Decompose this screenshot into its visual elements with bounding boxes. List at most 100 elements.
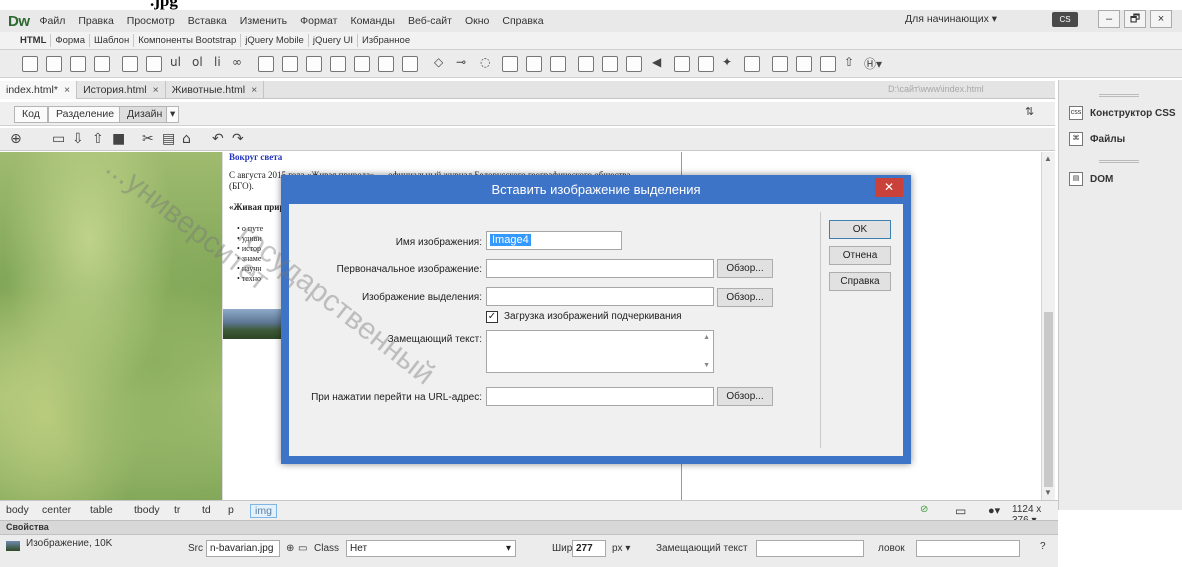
alt-text-textarea[interactable]: ▲ ▼ [486, 330, 714, 373]
scroll-up-icon[interactable]: ▲ [1044, 154, 1052, 163]
heading-link[interactable]: Вокруг света [229, 152, 282, 162]
class-select[interactable]: Нет ▾ [346, 540, 516, 557]
insert-tab-favorites[interactable]: Избранное [356, 34, 414, 47]
new-file-icon[interactable]: ⊕ [10, 131, 22, 147]
video-icon[interactable] [674, 56, 690, 72]
doc-tab-animals[interactable]: Животные.html × [166, 80, 265, 99]
get-icon[interactable]: ⇩ [72, 131, 84, 147]
panel-dom[interactable]: ▤ DOM [1069, 172, 1113, 186]
redo-icon[interactable]: ↷ [232, 131, 244, 147]
menu-modify[interactable]: Изменить [240, 15, 287, 27]
header-icon[interactable] [258, 56, 274, 72]
anchor-icon[interactable]: ∞ [232, 55, 242, 69]
hr-icon[interactable] [796, 56, 812, 72]
paste-icon[interactable]: ▤ [162, 131, 175, 147]
insert-tab-bootstrap[interactable]: Компоненты Bootstrap [133, 34, 240, 47]
audio-icon[interactable]: ◀ [652, 55, 661, 69]
cut-icon[interactable]: ✂ [142, 131, 154, 147]
tag-img[interactable]: img [250, 504, 277, 518]
heading-icon[interactable] [94, 56, 110, 72]
design-view-button[interactable]: Дизайн [119, 106, 171, 123]
insert-tab-form[interactable]: Форма [50, 34, 89, 47]
tag-td[interactable]: td [202, 504, 211, 516]
figure-icon[interactable] [146, 56, 162, 72]
panel-grip[interactable] [1099, 94, 1139, 97]
workspace-switcher[interactable]: Для начинающих ▾ [905, 13, 997, 25]
character-icon[interactable] [820, 56, 836, 72]
original-image-input[interactable] [486, 259, 714, 278]
menu-commands[interactable]: Команды [350, 15, 395, 27]
panel-files[interactable]: ⌘ Файлы [1069, 132, 1125, 146]
tag-center[interactable]: center [42, 504, 71, 516]
insert-tab-jquery-ui[interactable]: jQuery UI [307, 34, 357, 47]
close-window-button[interactable]: × [1150, 10, 1172, 28]
ul-icon[interactable]: ul [170, 55, 181, 69]
comment-icon[interactable]: ◌ [480, 55, 490, 69]
section-icon[interactable] [378, 56, 394, 72]
article-icon[interactable] [354, 56, 370, 72]
image-icon[interactable] [46, 56, 62, 72]
scroll-down-icon[interactable]: ▼ [1044, 488, 1052, 497]
view-dropdown-button[interactable]: ▾ [166, 106, 180, 123]
alt-text-input[interactable] [756, 540, 864, 557]
code-view-button[interactable]: Код [14, 106, 48, 123]
menu-edit[interactable]: Правка [78, 15, 113, 27]
cancel-button[interactable]: Отнена [829, 246, 891, 265]
close-tab-icon[interactable]: × [251, 84, 257, 96]
table-icon[interactable] [122, 56, 138, 72]
menu-window[interactable]: Окно [465, 15, 489, 27]
browse-url-button[interactable]: Обзор... [717, 387, 773, 406]
aside-icon[interactable] [330, 56, 346, 72]
vertical-scrollbar[interactable]: ▲ ▼ [1041, 152, 1055, 500]
browse-folder-icon[interactable]: ▭ [298, 543, 307, 554]
split-view-button[interactable]: Разделение [48, 106, 123, 123]
main-icon[interactable] [306, 56, 322, 72]
browse-original-button[interactable]: Обзор... [717, 259, 773, 278]
insert-tab-template[interactable]: Шаблон [89, 34, 133, 47]
url-input[interactable] [486, 387, 714, 406]
hyperlink-icon[interactable]: ⊸ [456, 55, 466, 69]
title-input[interactable] [916, 540, 1020, 557]
menu-format[interactable]: Формат [300, 15, 337, 27]
nav-icon[interactable] [282, 56, 298, 72]
doc-tab-history[interactable]: История.html × [77, 80, 166, 99]
insert-tab-jquery-mobile[interactable]: jQuery Mobile [240, 34, 308, 47]
upload-icon[interactable]: ⇧ [844, 55, 854, 69]
flash-icon[interactable]: ✦ [722, 55, 732, 69]
help-icon[interactable]: ? [1040, 541, 1046, 552]
creative-cloud-button[interactable]: CS [1052, 12, 1078, 27]
tag-p[interactable]: p [228, 504, 234, 516]
menu-help[interactable]: Справка [502, 15, 543, 27]
open-icon[interactable]: ▭ [52, 131, 65, 147]
image-name-input[interactable]: Image4 [486, 231, 622, 250]
textarea-up-icon[interactable]: ▲ [703, 334, 710, 341]
menu-insert[interactable]: Вставка [188, 15, 227, 27]
src-input[interactable]: n-bavarian.jpg [206, 540, 280, 557]
tag-body[interactable]: body [6, 504, 29, 516]
put-icon[interactable]: ⇧ [92, 131, 104, 147]
close-tab-icon[interactable]: × [64, 84, 70, 96]
iframe-icon[interactable] [744, 56, 760, 72]
undo-icon[interactable]: ↶ [212, 131, 224, 147]
tag-table[interactable]: table [90, 504, 113, 516]
special-chars-icon[interactable]: Ⓗ▾ [864, 55, 882, 72]
meta-icon[interactable] [502, 56, 518, 72]
save-icon[interactable]: ■ [112, 131, 125, 147]
menu-site[interactable]: Веб-сайт [408, 15, 452, 27]
description-icon[interactable] [550, 56, 566, 72]
device-preview-icon[interactable]: ▭ [955, 504, 966, 518]
close-tab-icon[interactable]: × [153, 84, 159, 96]
ok-button[interactable]: OK [829, 220, 891, 239]
tag-tbody[interactable]: tbody [134, 504, 160, 516]
paragraph-icon[interactable] [70, 56, 86, 72]
browse-rollover-button[interactable]: Обзор... [717, 288, 773, 307]
date-icon[interactable] [772, 56, 788, 72]
landscape-image[interactable] [223, 309, 283, 339]
panel-grip[interactable] [1099, 160, 1139, 163]
keywords-icon[interactable] [526, 56, 542, 72]
point-to-file-icon[interactable]: ⊕ [286, 543, 294, 554]
tag-tr[interactable]: tr [174, 504, 180, 516]
ol-icon[interactable]: ol [192, 55, 203, 69]
viewport-icon[interactable] [578, 56, 594, 72]
textarea-down-icon[interactable]: ▼ [703, 362, 710, 369]
